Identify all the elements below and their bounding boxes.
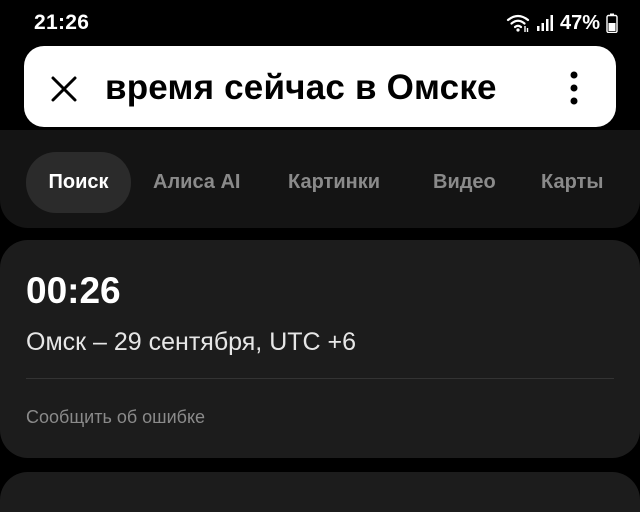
time-description: Омск – 29 сентября, UTC +6 <box>26 328 357 356</box>
divider <box>26 378 614 379</box>
tab-maps[interactable]: Карты <box>541 152 603 213</box>
close-icon[interactable] <box>50 75 78 103</box>
next-result-card <box>0 472 640 512</box>
search-input[interactable]: время сейчас в Омске <box>105 64 535 112</box>
report-error-link[interactable]: Сообщить об ошибке <box>26 404 205 430</box>
current-time: 00:26 <box>26 270 121 311</box>
more-vertical-icon[interactable] <box>562 68 586 108</box>
tab-alice-ai[interactable]: Алиса AI <box>153 152 241 213</box>
status-time: 21:26 <box>34 11 90 34</box>
status-icons: 47% <box>506 11 618 35</box>
tab-search[interactable]: Поиск <box>26 152 131 213</box>
signal-icon <box>536 15 553 31</box>
tab-video[interactable]: Видео <box>433 152 496 213</box>
search-tabs: Поиск Алиса AI Картинки Видео Карты <box>0 152 640 213</box>
tab-images[interactable]: Картинки <box>288 152 380 213</box>
status-bar: 21:26 47% <box>0 0 640 44</box>
battery-level: 47% <box>559 11 600 34</box>
search-text-fade <box>500 60 540 114</box>
battery-icon <box>606 13 618 33</box>
wifi-icon <box>506 14 530 32</box>
